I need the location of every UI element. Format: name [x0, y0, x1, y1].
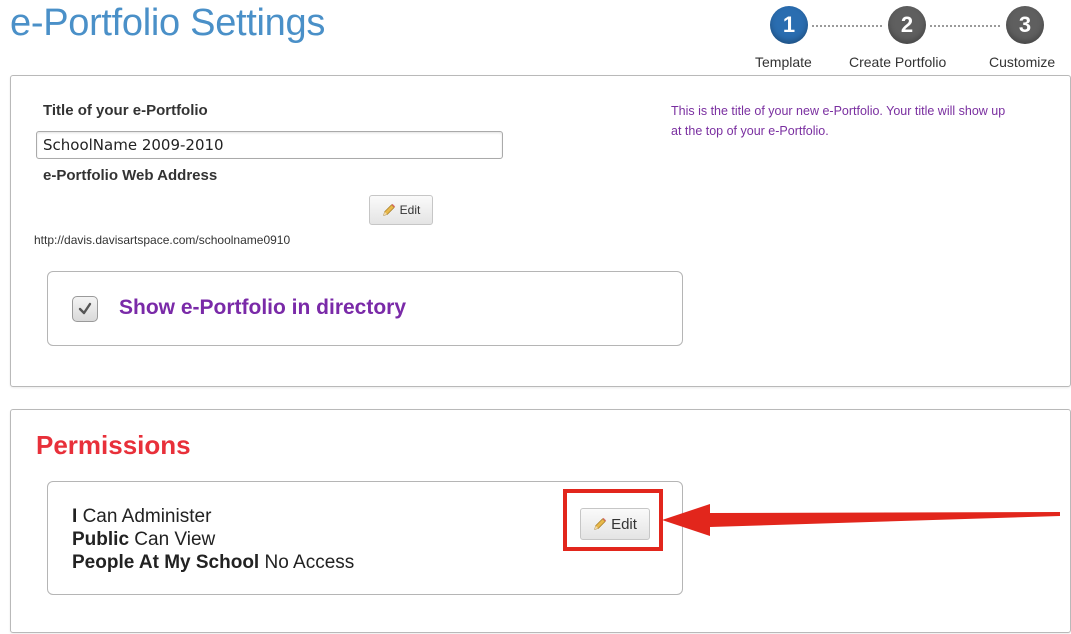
permission-row: Public Can View	[72, 528, 215, 551]
edit-address-label: Edit	[399, 203, 421, 217]
annotation-arrow-icon	[662, 504, 1060, 536]
step-1-circle[interactable]: 1	[770, 6, 808, 44]
permission-row: I Can Administer	[72, 505, 211, 528]
step-1-label: Template	[755, 54, 812, 70]
title-help-text: This is the title of your new e-Portfoli…	[671, 101, 1016, 141]
permission-access: No Access	[264, 552, 355, 573]
directory-label[interactable]: Show e-Portfolio in directory	[119, 296, 406, 320]
permission-who: People At My School	[72, 552, 260, 573]
title-field-label: Title of your e-Portfolio	[43, 102, 208, 119]
general-settings-panel: Title of your e-Portfolio This is the ti…	[10, 75, 1071, 387]
pencil-icon	[382, 203, 395, 216]
step-3-circle[interactable]: 3	[1006, 6, 1044, 44]
step-3-label: Customize	[989, 54, 1056, 70]
step-connector	[930, 25, 1000, 27]
step-2-circle[interactable]: 2	[888, 6, 926, 44]
permission-row: People At My School No Access	[72, 551, 354, 574]
annotation-highlight-box	[563, 489, 663, 551]
page-title: e-Portfolio Settings	[10, 2, 326, 44]
directory-option-box: Show e-Portfolio in directory	[47, 271, 683, 346]
permission-access: Can View	[134, 529, 216, 550]
step-2-label: Create Portfolio	[849, 54, 947, 70]
permissions-title: Permissions	[36, 430, 191, 460]
edit-address-button[interactable]: Edit	[369, 195, 433, 225]
checkmark-icon	[78, 302, 92, 315]
title-input[interactable]	[36, 131, 503, 159]
permission-access: Can Administer	[82, 506, 212, 527]
help-text-content: This is the title of your new e-Portfoli…	[671, 104, 1006, 138]
web-address-value: http://davis.davisartspace.com/schoolnam…	[34, 233, 291, 247]
step-connector	[812, 25, 882, 27]
web-address-label: e-Portfolio Web Address	[43, 167, 218, 184]
permission-who: I	[72, 506, 78, 527]
directory-checkbox[interactable]	[72, 296, 98, 322]
step-indicator: 1 2 3 Template Create Portfolio Customiz…	[750, 4, 1071, 74]
permission-who: Public	[72, 529, 130, 550]
